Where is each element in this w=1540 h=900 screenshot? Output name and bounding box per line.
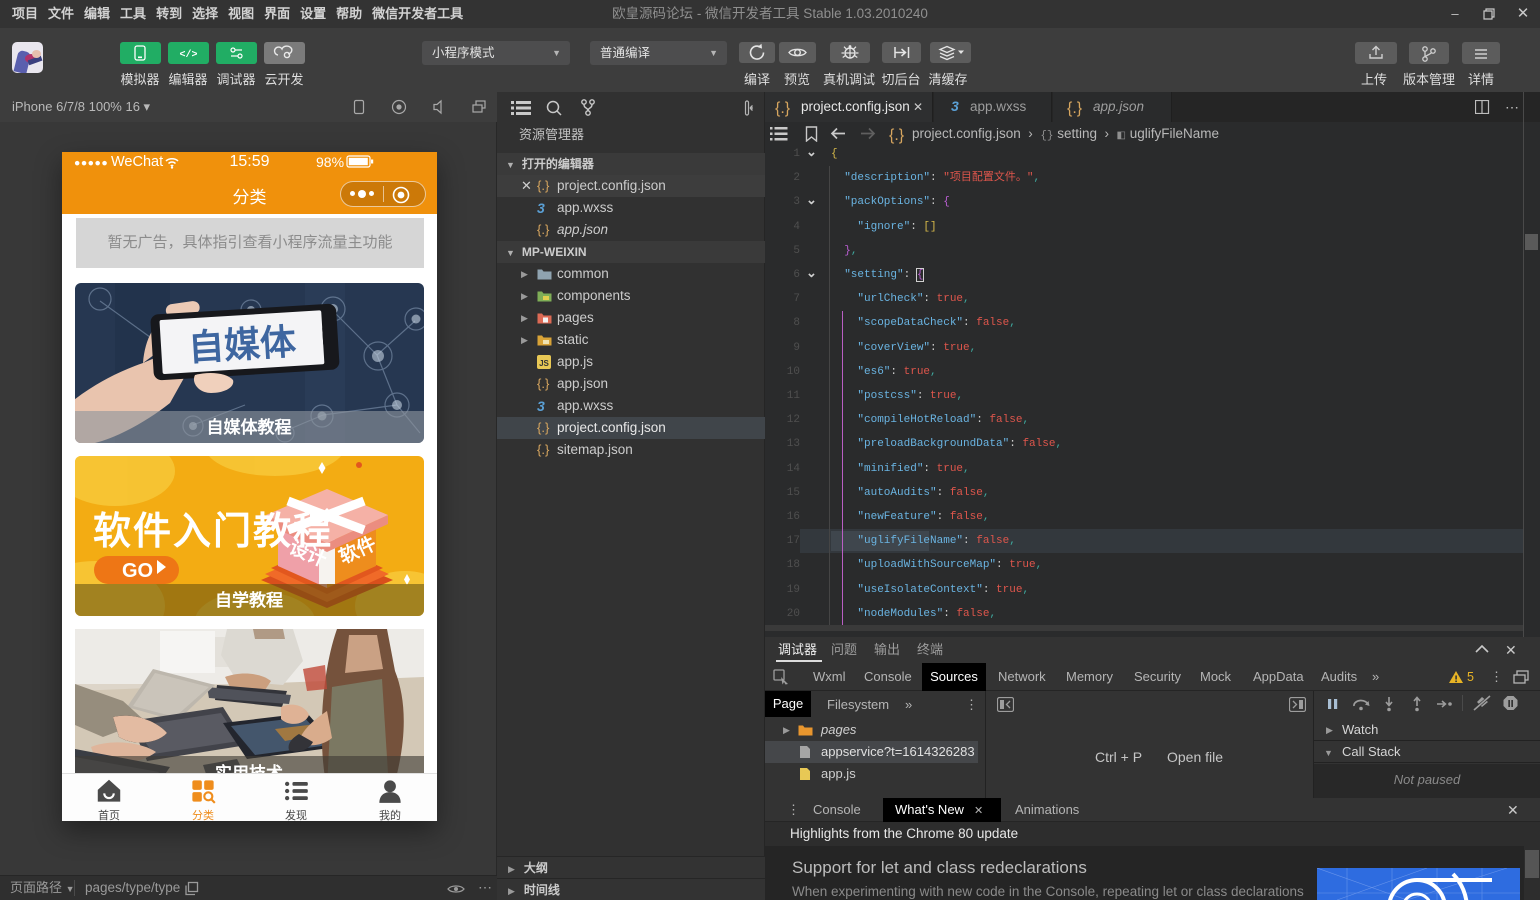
svg-text:GO: GO bbox=[122, 560, 153, 582]
svg-text:自学教程: 自学教程 bbox=[215, 590, 283, 610]
svg-text:自媒体: 自媒体 bbox=[187, 321, 297, 369]
svg-text:</>: </> bbox=[179, 49, 197, 61]
svg-text:自媒体教程: 自媒体教程 bbox=[207, 417, 292, 437]
svg-text:软件入门教程: 软件入门教程 bbox=[93, 511, 333, 553]
svg-text:JS: JS bbox=[539, 359, 549, 368]
